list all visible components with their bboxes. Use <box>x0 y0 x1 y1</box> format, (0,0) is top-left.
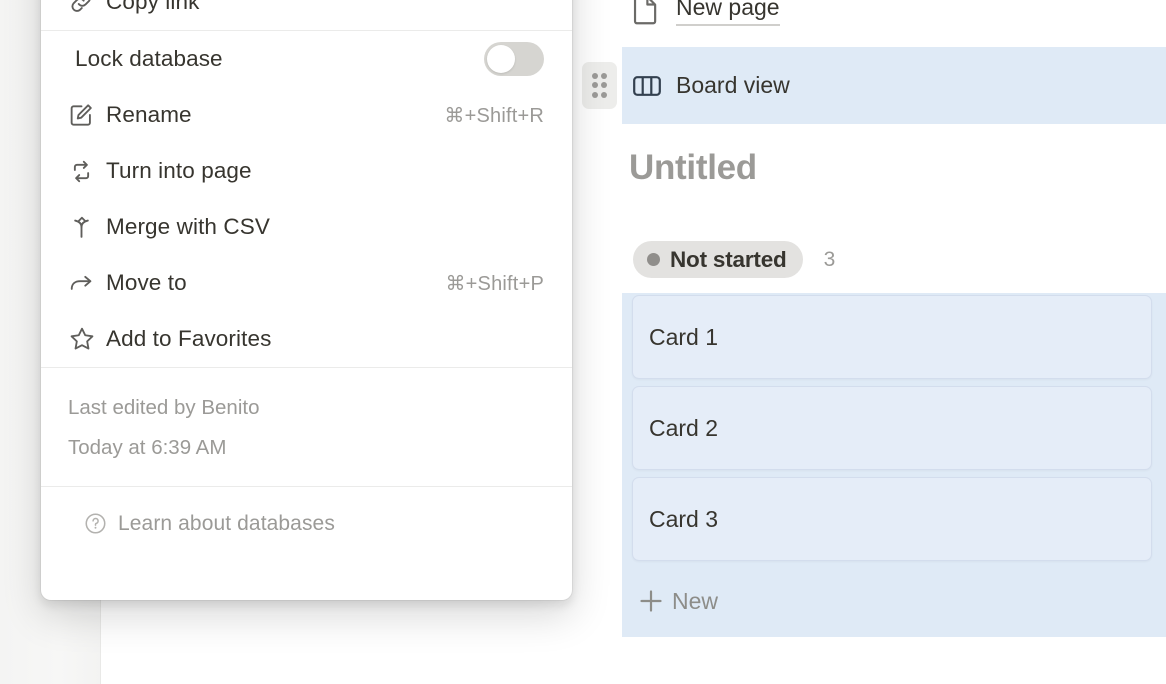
status-count: 3 <box>823 247 836 271</box>
menu-label-move-to: Move to <box>106 270 187 295</box>
status-dot-icon <box>647 253 660 266</box>
page-title[interactable]: Untitled <box>629 148 757 188</box>
toggle-knob <box>487 45 515 73</box>
menu-label-turn-into-page: Turn into page <box>106 158 252 183</box>
menu-shortcut-move-to: ⌘+Shift+P <box>445 272 544 295</box>
menu-label-merge-with-csv: Merge with CSV <box>106 214 270 239</box>
database-context-menu: Copy link Lock database Rename ⌘+Shift+R <box>41 0 572 600</box>
nav-label-board-view: Board view <box>676 72 790 98</box>
drag-handle-icon[interactable] <box>582 62 617 109</box>
menu-item-add-to-favorites[interactable]: Add to Favorites <box>41 311 572 367</box>
board-card[interactable]: Card 3 <box>632 477 1152 561</box>
drag-dot <box>591 72 598 79</box>
board-card[interactable]: Card 1 <box>632 295 1152 379</box>
new-card-label: New <box>672 587 719 614</box>
menu-item-learn-about-databases[interactable]: Learn about databases <box>41 487 572 561</box>
nav-item-board-view[interactable]: Board view <box>622 47 1166 124</box>
menu-item-lock-database[interactable]: Lock database <box>41 31 572 87</box>
drag-dot <box>601 72 608 79</box>
nav-item-new-page[interactable]: New page <box>622 0 1166 36</box>
menu-section-top: Copy link <box>41 0 572 30</box>
menu-item-merge-with-csv[interactable]: Merge with CSV <box>41 199 572 255</box>
board-card[interactable]: Card 2 <box>632 386 1152 470</box>
menu-last-edited-block: Last edited by Benito Today at 6:39 AM <box>41 368 572 486</box>
menu-label-learn-about-databases: Learn about databases <box>118 511 335 535</box>
turn-into-page-icon <box>68 158 106 185</box>
board-card-title: Card 1 <box>649 323 719 350</box>
link-icon <box>68 0 106 16</box>
menu-item-rename[interactable]: Rename ⌘+Shift+R <box>41 87 572 143</box>
last-edited-at: Today at 6:39 AM <box>68 435 227 459</box>
merge-icon <box>68 214 106 241</box>
page-icon <box>632 0 676 26</box>
board-group-header: Not started 3 <box>633 241 835 278</box>
menu-item-move-to[interactable]: Move to ⌘+Shift+P <box>41 255 572 311</box>
plus-icon <box>638 588 672 614</box>
drag-dot <box>601 92 608 99</box>
star-icon <box>68 325 106 353</box>
drag-dot <box>601 82 608 89</box>
pencil-square-icon <box>68 102 106 129</box>
menu-item-turn-into-page[interactable]: Turn into page <box>41 143 572 199</box>
menu-shortcut-rename: ⌘+Shift+R <box>444 104 544 127</box>
board-card-title: Card 3 <box>649 505 719 532</box>
new-card-button[interactable]: New <box>638 578 718 624</box>
menu-section-main: Lock database Rename ⌘+Shift+R Turn into… <box>41 31 572 367</box>
menu-item-copy-link[interactable]: Copy link <box>41 0 572 30</box>
board-icon <box>632 73 676 99</box>
drag-dot <box>591 82 598 89</box>
drag-dot <box>591 92 598 99</box>
last-edited-by: Last edited by Benito <box>68 396 260 419</box>
question-circle-icon <box>68 511 112 536</box>
lock-database-toggle[interactable] <box>484 42 544 76</box>
arrow-right-icon <box>68 270 106 297</box>
board-card-title: Card 2 <box>649 414 719 441</box>
status-badge[interactable]: Not started <box>633 241 803 278</box>
menu-label-rename: Rename <box>106 102 192 127</box>
nav-label-new-page: New page <box>676 0 780 26</box>
status-label: Not started <box>670 246 787 272</box>
menu-label-copy-link: Copy link <box>106 0 200 14</box>
menu-label-lock-database: Lock database <box>75 46 223 71</box>
menu-label-add-to-favorites: Add to Favorites <box>106 326 272 351</box>
